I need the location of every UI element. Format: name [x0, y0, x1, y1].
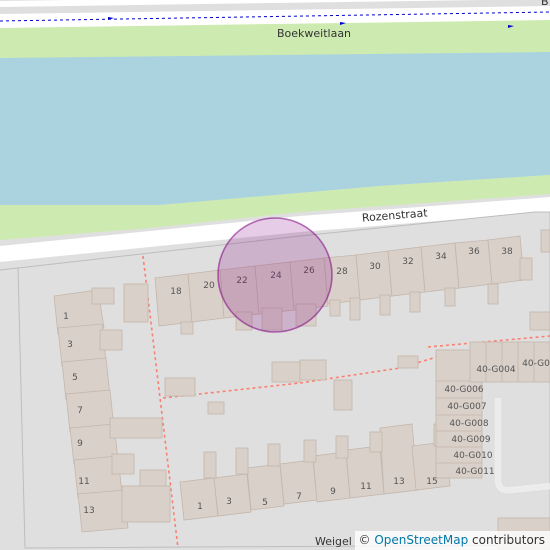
osm-attribution-link[interactable]: OpenStreetMap: [374, 533, 468, 547]
house-number: 9: [330, 487, 336, 497]
street-label-weigel: Weigel: [315, 535, 352, 548]
garage-number: 40-G0: [522, 359, 550, 369]
road-boekweitlaan[interactable]: [0, 6, 550, 28]
garage-number: 40-G010: [453, 451, 492, 461]
house-number: 36: [468, 247, 480, 257]
house-number: 34: [435, 252, 447, 262]
house-number: 13: [393, 477, 404, 487]
house-number: 1: [197, 502, 203, 512]
location-highlight-marker[interactable]: [217, 217, 333, 333]
street-label-boekweitlaan: Boekweitlaan: [277, 27, 351, 40]
map-tiles: Boekweitlaan B Rozenstraat Weigel 18 20 …: [0, 0, 550, 550]
garage-number: 40-G009: [451, 435, 490, 445]
attribution-control: © OpenStreetMap contributors: [354, 531, 550, 550]
house-number: 9: [77, 439, 83, 449]
house-number: 1: [63, 312, 69, 322]
house-number: 7: [296, 492, 302, 502]
street-label-corner: B: [541, 0, 549, 8]
garage-number: 40-G008: [449, 419, 488, 429]
house-number: 18: [170, 287, 182, 297]
house-number: 5: [262, 498, 268, 508]
attribution-suffix: contributors: [468, 533, 545, 547]
garage-number: 40-G007: [447, 402, 486, 412]
house-number: 3: [67, 340, 73, 350]
house-number: 5: [72, 373, 78, 383]
garage-number: 40-G004: [476, 365, 515, 375]
house-number: 30: [369, 262, 381, 272]
house-number: 28: [336, 267, 348, 277]
house-number: 20: [203, 281, 215, 291]
house-number: 38: [501, 247, 513, 257]
copyright-symbol: ©: [358, 533, 371, 547]
house-number: 13: [83, 506, 94, 516]
house-number: 32: [402, 257, 413, 267]
house-number: 15: [426, 477, 437, 487]
garage-number: 40-G006: [444, 385, 483, 395]
garage-number: 40-G011: [455, 467, 494, 477]
house-number: 3: [226, 497, 232, 507]
house-number: 7: [77, 406, 83, 416]
map-canvas[interactable]: Boekweitlaan B Rozenstraat Weigel 18 20 …: [0, 0, 550, 550]
house-number: 11: [360, 482, 371, 492]
house-number: 11: [78, 477, 89, 487]
